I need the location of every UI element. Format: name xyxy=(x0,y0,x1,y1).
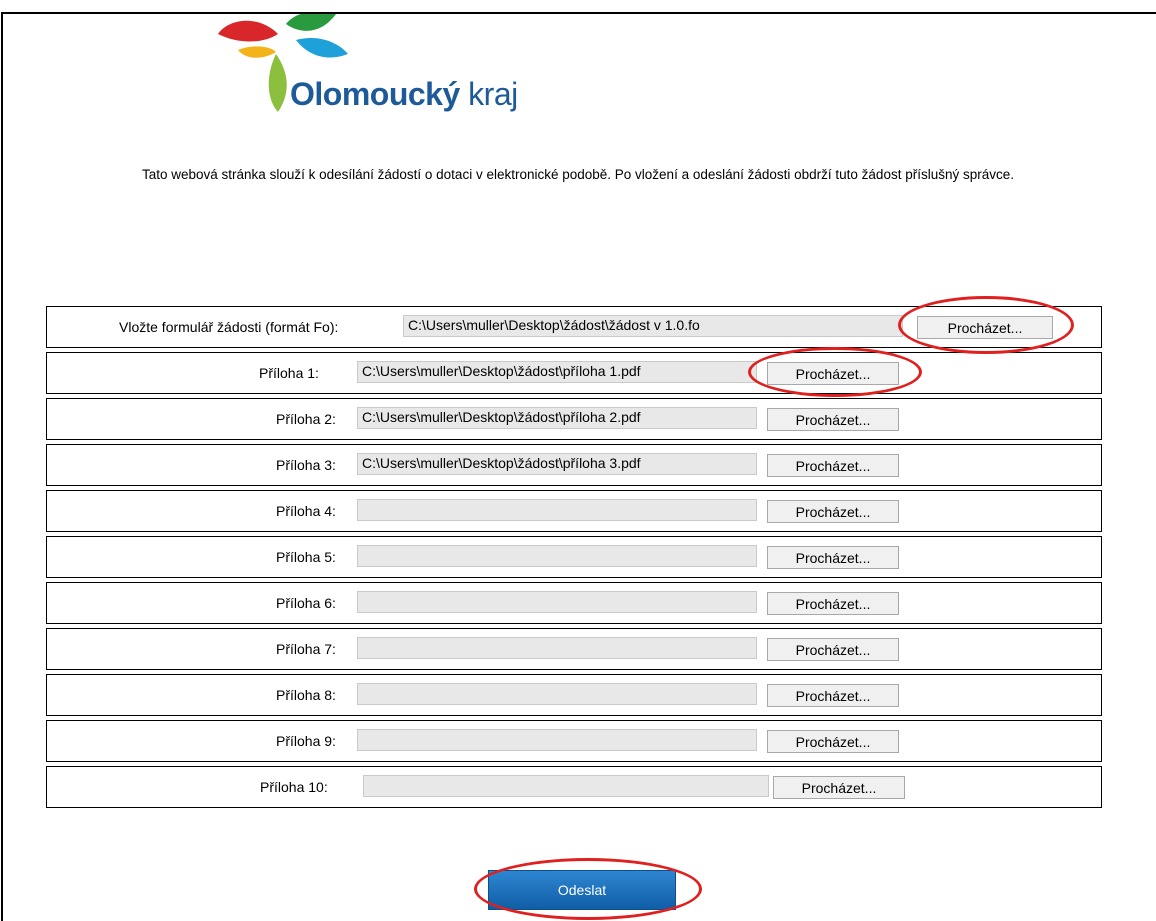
attachment-6-label: Příloha 6: xyxy=(276,595,336,611)
main-form-file-field[interactable]: C:\Users\muller\Desktop\žádost\žádost v … xyxy=(403,315,903,337)
attachment-5-file-field[interactable] xyxy=(357,545,757,567)
attachment-row-9: Příloha 9: Procházet... xyxy=(46,720,1102,762)
attachment-9-browse-button[interactable]: Procházet... xyxy=(767,730,899,753)
attachment-9-label: Příloha 9: xyxy=(276,733,336,749)
attachment-1-file-field[interactable]: C:\Users\muller\Desktop\žádost\příloha 1… xyxy=(357,361,757,383)
attachment-1-label: Příloha 1: xyxy=(259,365,319,381)
attachment-6-browse-button[interactable]: Procházet... xyxy=(767,592,899,615)
attachment-1-browse-button[interactable]: Procházet... xyxy=(767,362,899,385)
attachment-row-4: Příloha 4: Procházet... xyxy=(46,490,1102,532)
attachment-8-label: Příloha 8: xyxy=(276,687,336,703)
attachment-8-file-field[interactable] xyxy=(357,683,757,705)
attachment-row-7: Příloha 7: Procházet... xyxy=(46,628,1102,670)
main-form-browse-button[interactable]: Procházet... xyxy=(917,316,1053,339)
frame-top-border xyxy=(1,12,1156,14)
attachment-3-browse-button[interactable]: Procházet... xyxy=(767,454,899,477)
attachment-4-browse-button[interactable]: Procházet... xyxy=(767,500,899,523)
attachment-3-file-field[interactable]: C:\Users\muller\Desktop\žádost\příloha 3… xyxy=(357,453,757,475)
intro-text: Tato webová stránka slouží k odesílání ž… xyxy=(142,167,1014,182)
main-form-row: Vložte formulář žádosti (formát Fo): C:\… xyxy=(46,306,1102,348)
attachment-row-2: Příloha 2: C:\Users\muller\Desktop\žádos… xyxy=(46,398,1102,440)
attachment-7-file-field[interactable] xyxy=(357,637,757,659)
submit-button[interactable]: Odeslat xyxy=(488,870,676,910)
attachment-row-8: Příloha 8: Procházet... xyxy=(46,674,1102,716)
attachment-6-file-field[interactable] xyxy=(357,591,757,613)
attachment-2-label: Příloha 2: xyxy=(276,411,336,427)
attachment-10-label: Příloha 10: xyxy=(260,779,328,795)
attachment-row-10: Příloha 10: Procházet... xyxy=(46,766,1102,808)
attachment-10-browse-button[interactable]: Procházet... xyxy=(773,776,905,799)
attachment-9-file-field[interactable] xyxy=(357,729,757,751)
attachment-row-6: Příloha 6: Procházet... xyxy=(46,582,1102,624)
attachment-4-label: Příloha 4: xyxy=(276,503,336,519)
attachment-2-file-field[interactable]: C:\Users\muller\Desktop\žádost\příloha 2… xyxy=(357,407,757,429)
attachment-8-browse-button[interactable]: Procházet... xyxy=(767,684,899,707)
attachment-row-1: Příloha 1: C:\Users\muller\Desktop\žádos… xyxy=(46,352,1102,394)
attachment-row-3: Příloha 3: C:\Users\muller\Desktop\žádos… xyxy=(46,444,1102,486)
attachment-7-label: Příloha 7: xyxy=(276,641,336,657)
main-form-label: Vložte formulář žádosti (formát Fo): xyxy=(119,319,339,335)
attachment-5-browse-button[interactable]: Procházet... xyxy=(767,546,899,569)
logo-wordmark: Olomoucký kraj xyxy=(290,76,518,112)
attachment-10-file-field[interactable] xyxy=(363,775,769,797)
frame-left-border xyxy=(1,12,3,921)
attachment-row-5: Příloha 5: Procházet... xyxy=(46,536,1102,578)
attachment-2-browse-button[interactable]: Procházet... xyxy=(767,408,899,431)
attachment-4-file-field[interactable] xyxy=(357,499,757,521)
attachment-3-label: Příloha 3: xyxy=(276,457,336,473)
attachment-5-label: Příloha 5: xyxy=(276,549,336,565)
attachment-7-browse-button[interactable]: Procházet... xyxy=(767,638,899,661)
